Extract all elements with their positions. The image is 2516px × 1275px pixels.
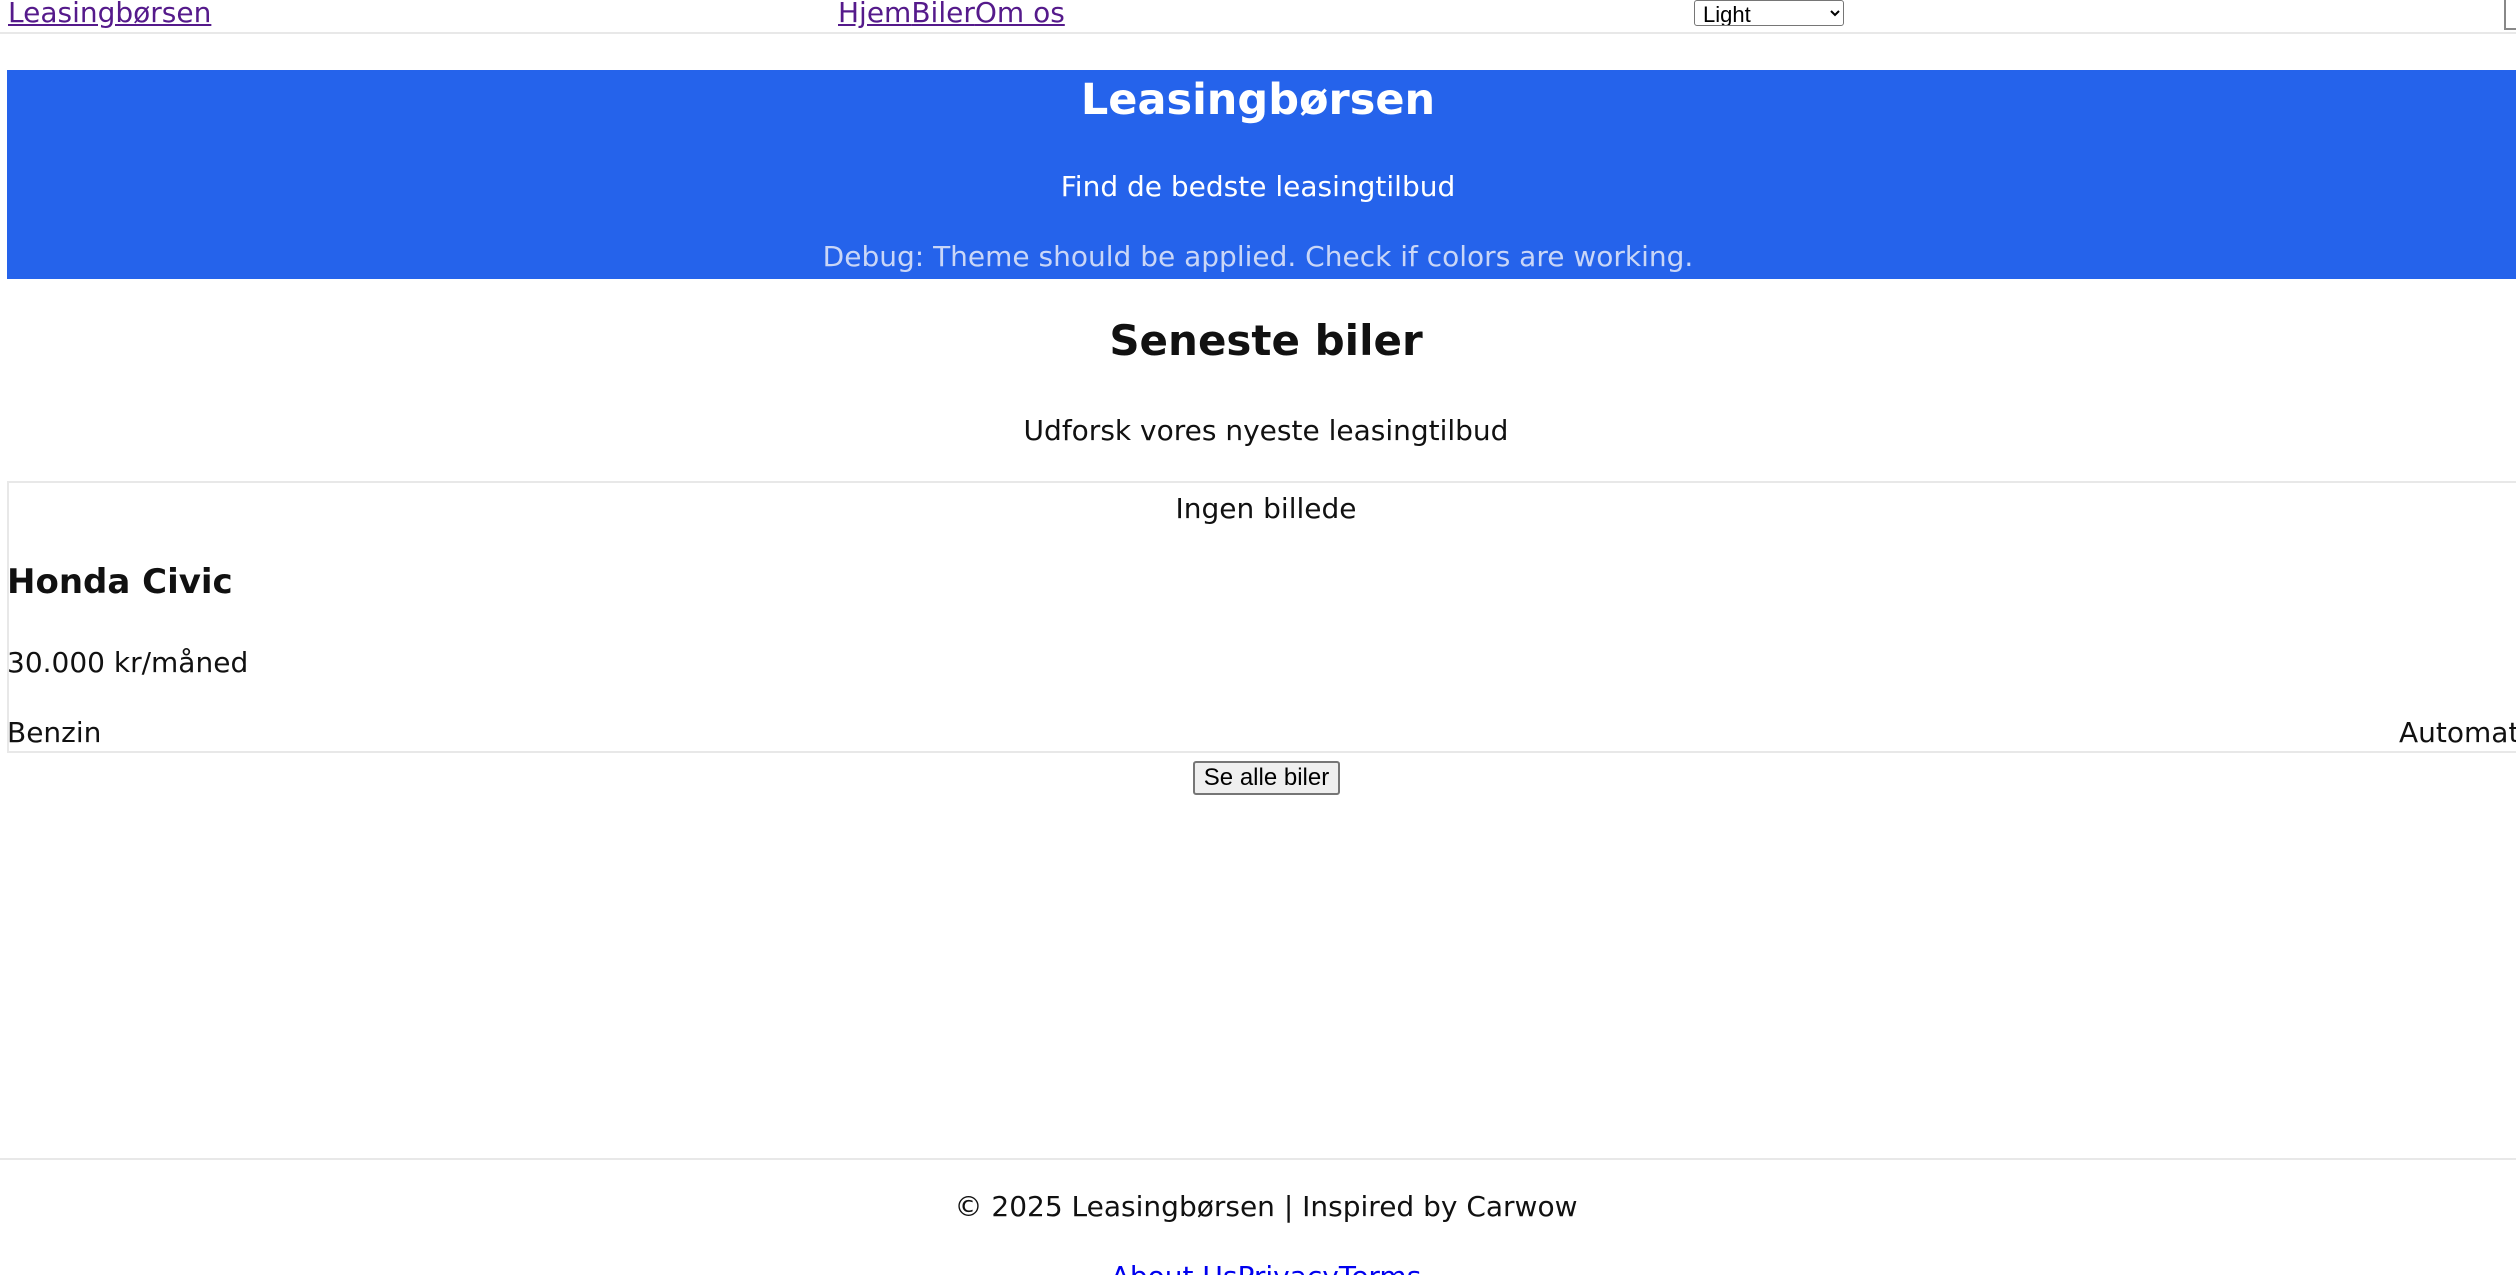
top-nav: Leasingbørsen HjemBilerOm os Light — [0, 0, 2516, 34]
hero-subtitle: Find de bedste leasingtilbud — [1060, 170, 1456, 203]
car-transmission: Automatic — [2399, 716, 2516, 749]
footer-links: About UsPrivacyTerms — [0, 1260, 2516, 1275]
hero-debug-text: Debug: Theme should be applied. Check if… — [822, 240, 1694, 273]
theme-select[interactable]: Light — [1694, 0, 1844, 26]
latest-cars-title: Seneste biler — [1109, 316, 1423, 365]
car-image-placeholder: Ingen billede — [1175, 492, 1357, 525]
nav-link-om-os[interactable]: Om os — [975, 0, 1065, 29]
latest-cars-subtitle: Udforsk vores nyeste leasingtilbud — [1023, 414, 1509, 447]
footer-copyright: © 2025 Leasingbørsen | Inspired by Carwo… — [954, 1190, 1578, 1223]
nav-link-hjem[interactable]: Hjem — [838, 0, 911, 29]
footer-link-privacy[interactable]: Privacy — [1237, 1260, 1338, 1275]
see-all-cars-button[interactable]: Se alle biler — [1193, 761, 1340, 795]
car-name: Honda Civic — [7, 562, 233, 602]
footer-link-about[interactable]: About Us — [1111, 1260, 1238, 1275]
car-fuel-type: Benzin — [7, 716, 102, 749]
car-price: 30.000 kr/måned — [7, 646, 249, 679]
nav-links: HjemBilerOm os — [838, 0, 1065, 29]
hero-banner: Leasingbørsen Find de bedste leasingtilb… — [7, 70, 2516, 279]
nav-link-biler[interactable]: Biler — [911, 0, 975, 29]
footer-link-terms[interactable]: Terms — [1339, 1260, 1421, 1275]
brand-link[interactable]: Leasingbørsen — [8, 0, 211, 29]
footer: © 2025 Leasingbørsen | Inspired by Carwo… — [0, 1158, 2516, 1275]
car-card[interactable]: Ingen billede Honda Civic 30.000 kr/måne… — [7, 481, 2516, 753]
hero-title: Leasingbørsen — [1080, 75, 1436, 125]
scrollbar-corner — [2504, 0, 2516, 30]
